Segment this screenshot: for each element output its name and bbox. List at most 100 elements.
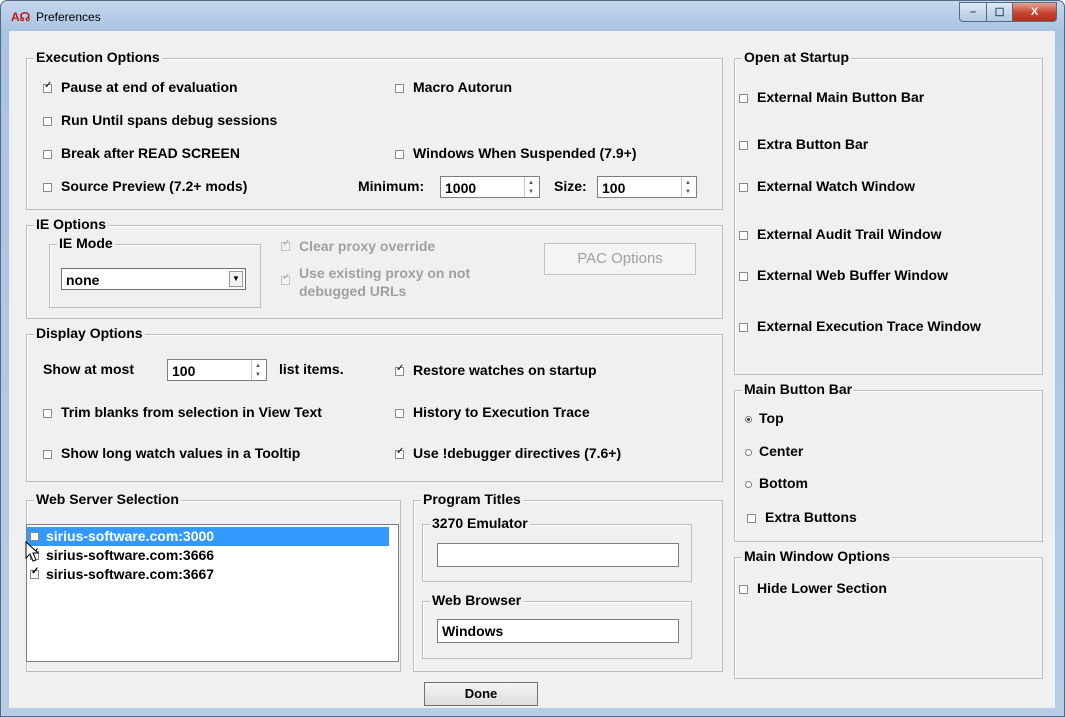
extra-button-bar-checkbox[interactable]: [739, 141, 748, 150]
emulator-input[interactable]: [437, 543, 679, 567]
pause-at-end-checkbox[interactable]: ✓: [43, 80, 53, 93]
minimum-label: Minimum:: [358, 178, 425, 194]
bottom-radio-label: Bottom: [759, 475, 808, 491]
ie-options-label: IE Options: [34, 216, 108, 232]
app-icon: A☊: [11, 10, 31, 24]
top-radio-label: Top: [759, 410, 784, 426]
list-item[interactable]: ✓ sirius-software.com:3667: [27, 565, 389, 584]
size-spinner[interactable]: 100 ▲ ▼: [597, 176, 697, 198]
use-existing-proxy-label-line1: Use existing proxy on not: [299, 265, 471, 281]
window-title: Preferences: [36, 10, 101, 24]
checkmark-icon: ✓: [396, 363, 405, 374]
preferences-window: A☊ Preferences – ☐ X Execution Options ✓…: [0, 0, 1065, 717]
display-options-label: Display Options: [34, 325, 145, 341]
extra-buttons-checkbox[interactable]: [747, 514, 756, 523]
spin-arrows-icon[interactable]: ▲ ▼: [681, 177, 696, 197]
external-main-button-bar-label: External Main Button Bar: [757, 89, 925, 105]
main-button-bar-label: Main Button Bar: [742, 381, 855, 397]
center-radio[interactable]: [745, 449, 752, 456]
top-radio[interactable]: [745, 416, 752, 423]
show-long-watch-label: Show long watch values in a Tooltip: [61, 445, 301, 461]
emulator-label: 3270 Emulator: [430, 515, 530, 531]
use-existing-proxy-label-line2: debugged URLs: [299, 283, 407, 299]
macro-autorun-checkbox[interactable]: [395, 84, 404, 93]
web-server-list[interactable]: sirius-software.com:3000 ✓ sirius-softwa…: [26, 524, 399, 662]
show-at-most-label: Show at most: [43, 361, 135, 377]
close-button[interactable]: X: [1013, 2, 1057, 22]
ie-mode-dropdown[interactable]: none ▼: [61, 268, 246, 290]
trim-blanks-checkbox[interactable]: [43, 409, 52, 418]
run-until-spans-checkbox[interactable]: [43, 117, 52, 126]
spin-arrows-icon[interactable]: ▲ ▼: [251, 360, 266, 380]
list-items-spinner[interactable]: 100 ▲ ▼: [167, 359, 267, 381]
server-checkbox[interactable]: [30, 532, 39, 541]
main-window-options-label: Main Window Options: [742, 548, 893, 564]
title-bar[interactable]: A☊ Preferences – ☐ X: [1, 1, 1064, 31]
external-main-button-bar-checkbox[interactable]: [739, 94, 748, 103]
checkmark-icon: ✓: [396, 446, 405, 457]
list-items-label: list items.: [279, 361, 344, 377]
minimum-spinner[interactable]: 1000 ▲ ▼: [440, 176, 540, 198]
external-audit-trail-window-checkbox[interactable]: [739, 231, 748, 240]
server-name: sirius-software.com:3667: [46, 566, 215, 582]
source-preview-label: Source Preview (7.2+ mods): [61, 178, 248, 194]
break-after-read-screen-checkbox[interactable]: [43, 150, 52, 159]
mouse-cursor-icon: [25, 541, 40, 562]
server-name: sirius-software.com:3000: [46, 528, 215, 544]
spin-arrows-icon[interactable]: ▲ ▼: [524, 177, 539, 197]
browser-label: Web Browser: [430, 592, 524, 608]
use-debugger-directives-checkbox[interactable]: ✓: [395, 446, 405, 459]
pac-options-button[interactable]: PAC Options: [544, 243, 696, 275]
pause-at-end-label: Pause at end of evaluation: [61, 79, 238, 95]
clear-proxy-checkbox[interactable]: ✓: [281, 238, 291, 251]
radio-dot-icon: [747, 418, 750, 421]
list-item[interactable]: ✓ sirius-software.com:3666: [27, 546, 389, 565]
checkmark-icon: ✓: [44, 80, 53, 91]
external-web-buffer-window-checkbox[interactable]: [739, 272, 748, 281]
external-execution-trace-window-checkbox[interactable]: [739, 323, 748, 332]
window-controls: – ☐ X: [959, 2, 1057, 22]
checkmark-icon: ✓: [282, 272, 291, 283]
hide-lower-section-checkbox[interactable]: [739, 585, 748, 594]
use-existing-proxy-checkbox[interactable]: ✓: [281, 272, 291, 285]
bottom-radio[interactable]: [745, 481, 752, 488]
hide-lower-section-label: Hide Lower Section: [757, 580, 887, 596]
external-web-buffer-window-label: External Web Buffer Window: [757, 267, 948, 283]
chevron-down-icon[interactable]: ▼: [229, 271, 243, 287]
maximize-button[interactable]: ☐: [987, 2, 1013, 22]
restore-watches-label: Restore watches on startup: [413, 362, 597, 378]
external-watch-window-label: External Watch Window: [757, 178, 916, 194]
show-long-watch-checkbox[interactable]: [43, 450, 52, 459]
history-to-trace-checkbox[interactable]: [395, 409, 404, 418]
use-debugger-directives-label: Use !debugger directives (7.6+): [413, 445, 622, 461]
clear-proxy-label: Clear proxy override: [299, 238, 436, 254]
dialog-client-area: Execution Options ✓ Pause at end of eval…: [9, 31, 1055, 708]
main-window-options-group: Main Window Options: [734, 548, 1043, 679]
minimize-button[interactable]: –: [959, 2, 987, 22]
minimum-value: 1000: [445, 180, 477, 196]
browser-input[interactable]: Windows: [437, 619, 679, 643]
web-server-selection-label: Web Server Selection: [34, 491, 181, 507]
windows-when-suspended-checkbox[interactable]: [395, 150, 404, 159]
windows-when-suspended-label: Windows When Suspended (7.9+): [413, 145, 637, 161]
trim-blanks-label: Trim blanks from selection in View Text: [61, 404, 322, 420]
size-value: 100: [602, 180, 626, 196]
execution-options-label: Execution Options: [34, 49, 162, 65]
server-name: sirius-software.com:3666: [46, 547, 215, 563]
run-until-spans-label: Run Until spans debug sessions: [61, 112, 278, 128]
center-radio-label: Center: [759, 443, 804, 459]
done-button[interactable]: Done: [424, 682, 538, 706]
checkmark-icon: ✓: [282, 238, 291, 249]
size-label: Size:: [554, 178, 587, 194]
list-item[interactable]: sirius-software.com:3000: [27, 527, 389, 546]
break-after-read-screen-label: Break after READ SCREEN: [61, 145, 240, 161]
external-audit-trail-window-label: External Audit Trail Window: [757, 226, 942, 242]
server-checkbox[interactable]: ✓: [30, 566, 40, 579]
external-watch-window-checkbox[interactable]: [739, 183, 748, 192]
extra-buttons-label: Extra Buttons: [765, 509, 857, 525]
list-items-value: 100: [172, 363, 196, 379]
macro-autorun-label: Macro Autorun: [413, 79, 513, 95]
restore-watches-checkbox[interactable]: ✓: [395, 363, 405, 376]
checkmark-icon: ✓: [31, 566, 40, 577]
source-preview-checkbox[interactable]: [43, 183, 52, 192]
